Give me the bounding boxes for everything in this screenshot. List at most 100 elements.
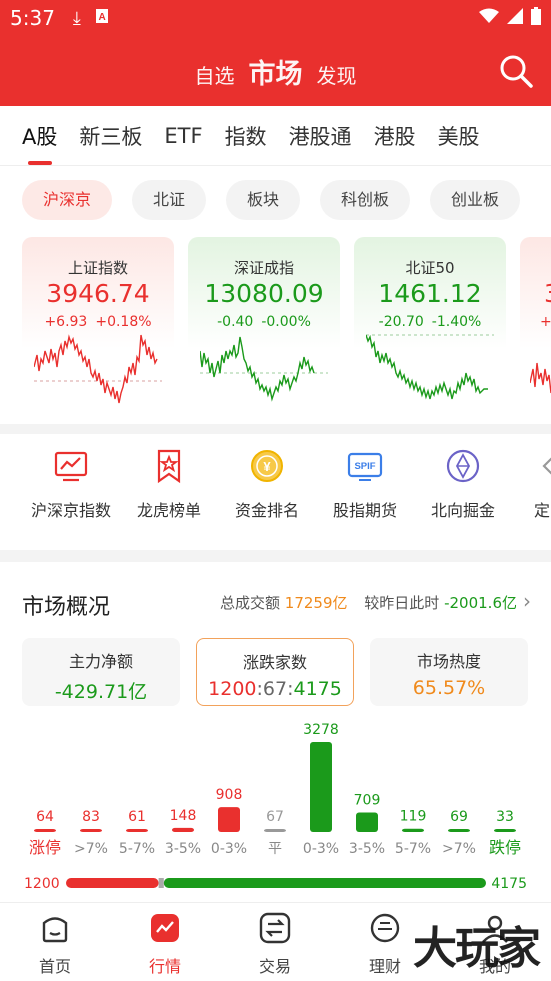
ribbon-badge-icon [157,449,181,484]
tab-label: 行情 [148,957,181,976]
market-tab-index[interactable]: 指数 [214,121,278,151]
tool-label: 股指期货 [332,501,397,520]
compare-label: 较昨日此时 [364,594,440,612]
tab-trade[interactable]: 交易 [235,911,315,977]
chart-value-label: 83 [82,809,100,825]
tab-market[interactable]: 市场 [249,52,303,91]
chart-bar [448,829,470,832]
overview-summary[interactable]: 总成交额 17259亿 较昨日此时 -2001.6亿 [220,592,517,613]
battery-icon [531,7,541,29]
chart-bar [126,829,148,832]
stat-advance-decline[interactable]: 涨跌家数 1200:67:4175 [196,638,354,706]
chip-chinext[interactable]: 创业板 [430,180,520,220]
chart-value-label: 69 [450,809,468,825]
chip-star[interactable]: 科创板 [320,180,410,220]
advance-decline-ratio-bar: 1200 4175 [24,876,527,892]
overview-title: 市场概况 [22,595,111,620]
market-tab-hk-connect[interactable]: 港股通 [278,121,363,151]
quotes-chart-icon [151,914,179,942]
chip-shsz[interactable]: 沪深京 [22,180,112,220]
section-divider [0,550,551,562]
tool-label: 沪深京指数 [30,501,111,520]
market-tab-neeq[interactable]: 新三板 [68,121,153,151]
flat-segment [158,878,164,888]
chart-category-label: 5-7% [395,841,431,857]
index-card-szse[interactable]: 深证成指 13080.09 -0.40 -0.00% [188,237,340,409]
intraday-sparkline [530,362,551,394]
tab-discover[interactable]: 发现 [317,60,357,89]
market-tab-hk[interactable]: 港股 [363,121,427,151]
chart-category-label: >7% [442,841,476,857]
chart-bar [402,828,424,832]
status-bar: 5:37 ⤓ A [0,0,551,36]
search-icon[interactable] [499,54,533,88]
turnover-value: 17259亿 [284,594,348,612]
tool-index-futures[interactable]: SPIF 股指期货 [316,448,414,521]
chart-value-label: 119 [400,809,427,825]
flat-count: 67 [262,678,288,700]
svg-text:SPIF: SPIF [354,461,375,472]
chip-sector[interactable]: 板块 [226,180,300,220]
tool-partial[interactable]: 定 [512,448,551,521]
quick-tools: 沪深京指数 龙虎榜单 ¥ 资金排名 SPIF 股指期货 北向掘金 定 [0,434,551,550]
index-percent: -0.00% [261,314,311,330]
download-icon: ⤓ [72,7,81,29]
market-tab-us[interactable]: 美股 [427,121,491,151]
index-percent: +0.18% [95,314,152,330]
wifi-icon [479,8,499,28]
tool-shsz-index[interactable]: 沪深京指数 [22,448,120,521]
ethereum-icon [446,449,480,483]
chart-category-label: 跌停 [489,838,521,857]
market-tab-a-shares[interactable]: A股 [0,121,68,165]
svg-text:A: A [98,12,105,23]
tab-watchlist[interactable]: 自选 [195,60,235,89]
rise-segment [66,878,159,888]
chart-value-label: 3278 [303,722,339,738]
index-change: + [540,314,551,330]
stat-label: 主力净额 [68,652,133,671]
trade-exchange-icon [259,912,291,944]
tool-label: 北向掘金 [430,501,495,520]
intraday-sparkline [366,334,494,400]
section-divider [0,424,551,434]
stat-main-net[interactable]: 主力净额 -429.71亿 [22,638,180,706]
chart-category-label: 5-7% [119,841,155,857]
index-card-bse50[interactable]: 北证50 1461.12 -20.70 -1.40% [354,237,506,409]
chart-value-label: 67 [266,809,284,825]
compare-value: -2001.6亿 [444,594,517,612]
chart-bar [34,829,56,832]
rise-total-label: 1200 [24,876,60,892]
fall-total-label: 4175 [491,876,527,892]
svg-text:¥: ¥ [263,459,271,474]
tab-home[interactable]: 首页 [15,911,95,977]
chart-bar [494,829,516,832]
tool-northbound[interactable]: 北向掘金 [414,448,512,521]
chart-bar [310,742,332,832]
index-cards: 上证指数 3946.74 +6.93 +0.18% 深证成指 13080.09 -… [0,234,551,424]
stat-label: 市场热度 [416,652,481,671]
stat-value: 65.57% [412,677,486,699]
advance-count: 1200 [208,678,257,700]
wealth-icon [370,913,400,943]
tab-quotes[interactable]: 行情 [125,911,205,977]
index-card-partial[interactable]: 3 + [520,237,551,409]
chip-bse[interactable]: 北证 [132,180,206,220]
tool-fund-ranking[interactable]: ¥ 资金排名 [218,448,316,521]
coin-icon: ¥ [251,450,283,482]
chart-category-label: 3-5% [165,841,201,857]
trend-chart-icon [54,451,88,482]
stat-market-heat[interactable]: 市场热度 65.57% [370,638,528,706]
tool-dragon-tiger[interactable]: 龙虎榜单 [120,448,218,521]
index-change: -0.40 [217,314,254,330]
chart-value-label: 33 [496,809,514,825]
market-tab-etf[interactable]: ETF [153,124,213,148]
chart-bar [172,827,194,832]
index-change: -20.70 [378,314,424,330]
chevron-right-icon[interactable]: › [523,589,531,613]
index-card-sse[interactable]: 上证指数 3946.74 +6.93 +0.18% [22,237,174,409]
chart-value-label: 709 [354,793,381,809]
tool-label: 定 [534,501,551,520]
home-icon [42,917,68,943]
stat-value: -429.71亿 [54,681,148,703]
intraday-sparkline [200,336,328,402]
